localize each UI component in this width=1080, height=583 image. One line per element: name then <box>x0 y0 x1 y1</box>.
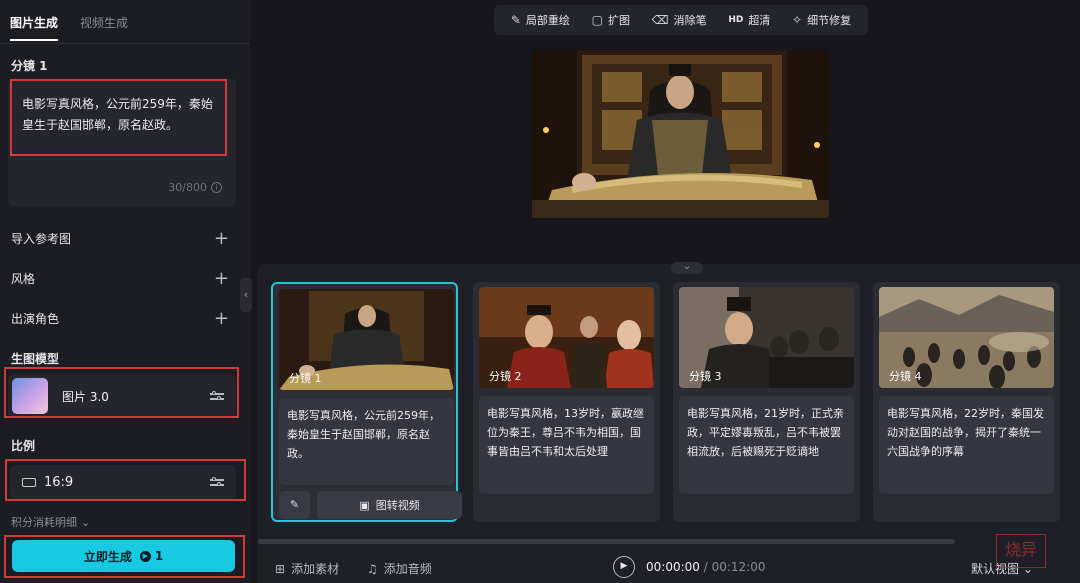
model-title: 生图模型 <box>11 352 60 366</box>
style-row[interactable]: 风格 + <box>11 269 229 287</box>
image-edit-toolbar: ✎ 局部重绘 ▢ 扩图 ⌫ 消除笔 HD 超清 ✧ 细节修复 <box>494 5 868 35</box>
highlight-box-ratio <box>5 459 246 501</box>
shot-card-3[interactable]: 分镜 3 电影写真风格，21岁时，正式亲政，平定嫪毐叛乱，吕不韦被罢相流放，后被… <box>673 282 860 522</box>
filmstrip-scrollbar[interactable] <box>258 539 955 544</box>
edit-image-icon[interactable]: ✎ <box>279 491 310 519</box>
palace-scene-image <box>532 50 829 218</box>
shot-label-1: 分镜 1 <box>289 372 322 385</box>
char-counter: 30/800 i <box>168 181 222 194</box>
watermark-seal: 烧异 <box>996 534 1046 568</box>
mode-tabs: 图片生成 视频生成 <box>10 14 128 41</box>
tab-image-generation[interactable]: 图片生成 <box>10 14 59 41</box>
add-audio-button[interactable]: ♫ 添加音频 <box>367 560 432 577</box>
time-separator: / <box>699 560 712 574</box>
highlight-box-model <box>4 367 239 418</box>
main-image-preview[interactable] <box>532 50 829 218</box>
chevron-down-icon[interactable]: ⌄ <box>671 262 703 274</box>
plus-icon[interactable]: + <box>214 269 229 287</box>
info-icon[interactable]: i <box>211 182 222 193</box>
timecode: 00:00:00 / 00:12:00 <box>646 560 765 574</box>
eraser-icon: ⌫ <box>651 13 669 27</box>
inpaint-label: 局部重绘 <box>525 14 570 27</box>
expand-icon: ▢ <box>591 13 603 27</box>
import-reference-label: 导入参考图 <box>11 232 72 246</box>
upscale-label: 超清 <box>748 14 771 27</box>
storyboard-title: 分镜 1 <box>11 59 48 73</box>
cast-label: 出演角色 <box>11 312 60 326</box>
add-material-label: 添加素材 <box>291 562 340 576</box>
eraser-label: 消除笔 <box>673 14 707 27</box>
credits-detail-toggle[interactable]: 积分消耗明细 ⌄ <box>11 514 90 530</box>
tab-video-generation[interactable]: 视频生成 <box>80 14 128 41</box>
expand-label: 扩图 <box>607 14 630 27</box>
left-panel: 图片生成 视频生成 分镜 1 电影写真风格，公元前259年，秦始皇生于赵国邯郸，… <box>0 0 250 583</box>
video-icon: ▣ <box>359 498 370 512</box>
image-to-video-button[interactable]: ▣ 图转视频 <box>317 491 462 519</box>
plus-icon[interactable]: + <box>214 229 229 247</box>
total-time: 00:12:00 <box>711 560 766 574</box>
shot-card-4[interactable]: 分镜 4 电影写真风格，22岁时，秦国发动对赵国的战争，揭开了秦统一六国战争的序… <box>873 282 1060 522</box>
expand-tool[interactable]: ▢ 扩图 <box>592 12 630 28</box>
add-audio-label: 添加音频 <box>383 562 432 576</box>
shot-label-3: 分镜 3 <box>689 370 722 383</box>
shot-label-4: 分镜 4 <box>889 370 922 383</box>
current-time: 00:00:00 <box>646 560 700 574</box>
detail-fix-label: 细节修复 <box>807 14 852 27</box>
style-label: 风格 <box>11 272 36 286</box>
brush-icon: ✎ <box>510 13 521 27</box>
timeline-bar: ⊞ 添加素材 ♫ 添加音频 ▶ 00:00:00 / 00:12:00 默认视图… <box>257 552 1080 583</box>
highlight-box-generate <box>4 535 245 578</box>
add-material-button[interactable]: ⊞ 添加素材 <box>275 560 339 577</box>
shot-label-2: 分镜 2 <box>489 370 522 383</box>
plus-icon[interactable]: + <box>214 309 229 327</box>
shot-card-1[interactable]: 分镜 1 电影写真风格，公元前259年，秦始皇生于赵国邯郸，原名赵政。 ✎ ▣ … <box>271 282 462 522</box>
import-reference-row[interactable]: 导入参考图 + <box>11 229 229 247</box>
credits-label: 积分消耗明细 <box>11 516 77 529</box>
detail-fix-tool[interactable]: ✧ 细节修复 <box>792 12 851 28</box>
cast-row[interactable]: 出演角色 + <box>11 309 229 327</box>
music-note-icon: ♫ <box>367 561 378 576</box>
ratio-title: 比例 <box>11 439 36 453</box>
upscale-tool[interactable]: HD 超清 <box>728 12 770 28</box>
eraser-tool[interactable]: ⌫ 消除笔 <box>652 12 707 28</box>
collapse-sidebar-button[interactable]: ‹ <box>240 278 252 312</box>
image-to-video-label: 图转视频 <box>375 499 420 512</box>
play-icon[interactable]: ▶ <box>613 556 635 578</box>
highlight-box-prompt <box>10 79 227 156</box>
shot-prompt-3[interactable]: 电影写真风格，21岁时，正式亲政，平定嫪毐叛乱，吕不韦被罢相流放，后被赐死于贬谪… <box>679 396 854 494</box>
magic-wand-icon: ✧ <box>792 13 803 27</box>
shot-prompt-2[interactable]: 电影写真风格，13岁时，嬴政继位为秦王，尊吕不韦为相国，国事皆由吕不韦和太后处理 <box>479 396 654 494</box>
divider <box>0 43 250 44</box>
add-image-icon: ⊞ <box>275 561 286 576</box>
shot-prompt-4[interactable]: 电影写真风格，22岁时，秦国发动对赵国的战争，揭开了秦统一六国战争的序幕 <box>879 396 1054 494</box>
char-count-text: 30/800 <box>168 181 207 194</box>
shot-actions: ✎ ▣ 图转视频 <box>279 491 462 519</box>
shot-prompt-1[interactable]: 电影写真风格，公元前259年，秦始皇生于赵国邯郸，原名赵政。 <box>279 398 454 485</box>
shot-card-2[interactable]: 分镜 2 电影写真风格，13岁时，嬴政继位为秦王，尊吕不韦为相国，国事皆由吕不韦… <box>473 282 660 522</box>
inpaint-tool[interactable]: ✎ 局部重绘 <box>511 12 570 28</box>
hd-icon: HD <box>728 15 744 25</box>
chevron-down-icon: ⌄ <box>81 515 91 529</box>
